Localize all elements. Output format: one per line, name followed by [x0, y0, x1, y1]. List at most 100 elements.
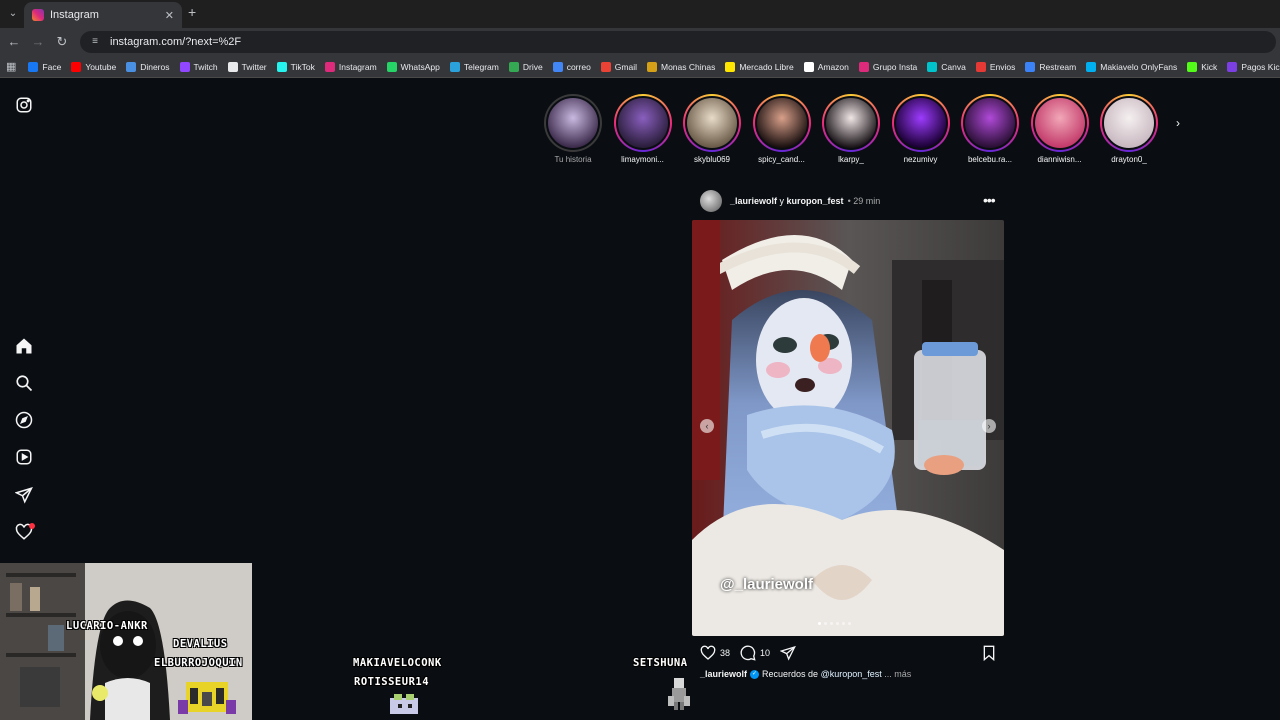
carousel-prev-icon[interactable]: ‹: [700, 419, 714, 433]
comment-button[interactable]: 10: [740, 645, 770, 661]
like-count: 38: [720, 648, 731, 658]
post-avatar[interactable]: [700, 190, 722, 212]
story-item[interactable]: dianniwisn...: [1027, 94, 1093, 164]
carousel-dot: [824, 622, 827, 625]
bookmark-favicon-icon: [600, 61, 611, 72]
tab-title: Instagram: [50, 9, 99, 21]
address-bar[interactable]: ≡ instagram.com/?next=%2F: [80, 31, 1276, 53]
caption-author[interactable]: _lauriewolf: [700, 669, 747, 679]
reels-icon[interactable]: [15, 448, 33, 466]
tab-instagram[interactable]: Instagram ✕: [24, 2, 182, 28]
story-label: Tu historia: [554, 155, 592, 164]
story-ring: [1030, 94, 1089, 152]
bookmark-item[interactable]: Gmail: [600, 61, 637, 72]
story-label: belcebu.ra...: [967, 155, 1013, 164]
home-icon[interactable]: [15, 337, 33, 355]
bookmark-item[interactable]: Mercado Libre: [725, 61, 794, 72]
caption-more-link[interactable]: ... más: [884, 669, 911, 679]
bookmark-favicon-icon: [1227, 61, 1238, 72]
verified-icon: ✓: [750, 670, 760, 680]
story-item[interactable]: limaymoni...: [610, 94, 676, 164]
bookmark-item[interactable]: Dineros: [126, 61, 170, 72]
media-watermark: @_lauriewolf: [720, 576, 813, 593]
bookmark-item[interactable]: Drive: [508, 61, 543, 72]
story-ring: [752, 94, 811, 152]
bookmark-item[interactable]: Canva: [927, 61, 966, 72]
story-avatar: [1102, 96, 1156, 150]
bookmark-item[interactable]: Youtube: [71, 61, 117, 72]
bookmark-item[interactable]: Restream: [1025, 61, 1076, 72]
story-item[interactable]: skyblu069: [679, 94, 745, 164]
post-image[interactable]: ‹ › @_lauriewolf: [692, 220, 1004, 636]
post-time: • 29 min: [847, 196, 881, 206]
story-avatar: [615, 96, 670, 150]
story-item[interactable]: belcebu.ra...: [957, 94, 1023, 164]
post-author[interactable]: _lauriewolf: [730, 196, 777, 206]
messages-icon[interactable]: [14, 486, 33, 504]
bookmark-favicon-icon: [28, 61, 39, 72]
story-avatar: [685, 96, 739, 150]
bookmark-favicon-icon: [1086, 61, 1097, 72]
forward-icon[interactable]: →: [30, 34, 46, 50]
carousel-dot: [818, 622, 821, 625]
like-button[interactable]: 38: [700, 645, 730, 661]
story-label: lkarpy_: [838, 155, 864, 164]
bookmark-favicon-icon: [725, 61, 736, 72]
bookmark-item[interactable]: Twitch: [179, 61, 218, 72]
story-item[interactable]: lkarpy_: [818, 94, 884, 164]
bookmark-item[interactable]: correo: [552, 61, 591, 72]
bookmark-item[interactable]: Twitter: [227, 61, 267, 72]
bookmark-favicon-icon: [552, 61, 563, 72]
bookmark-label: Grupo Insta: [872, 61, 918, 72]
bookmark-label: Amazon: [817, 61, 849, 72]
cosplay-photo: [692, 220, 1004, 636]
close-tab-icon[interactable]: ✕: [165, 9, 174, 22]
site-info-icon[interactable]: ≡: [88, 35, 102, 49]
overlay-viewer-name: DEVALIUS: [173, 638, 228, 650]
more-options-icon[interactable]: •••: [983, 193, 996, 207]
carousel-next-icon[interactable]: ›: [982, 419, 996, 433]
bookmark-item[interactable]: Amazon: [803, 61, 849, 72]
bookmark-item[interactable]: Pagos Kick: [1227, 61, 1280, 72]
bookmark-item[interactable]: Makiavelo OnlyFans: [1086, 61, 1178, 72]
bookmark-item[interactable]: TikTok: [276, 61, 315, 72]
apps-grid-icon[interactable]: ▦: [6, 60, 16, 74]
story-avatar: [1032, 96, 1087, 150]
bookmark-item[interactable]: Grupo Insta: [858, 61, 918, 72]
bookmark-item[interactable]: Envios: [975, 61, 1015, 72]
bookmark-label: Face: [42, 61, 62, 72]
caption-mention[interactable]: @kuropon_fest: [821, 669, 882, 679]
story-item[interactable]: Tu historia: [540, 94, 606, 164]
new-tab-icon[interactable]: +: [188, 5, 202, 19]
instagram-logo-icon[interactable]: [15, 96, 33, 114]
story-item[interactable]: nezumivy: [888, 94, 954, 164]
bookmark-item[interactable]: WhatsApp: [386, 61, 440, 72]
story-avatar: [546, 96, 600, 150]
explore-icon[interactable]: [15, 411, 33, 429]
story-item[interactable]: drayton0_: [1096, 94, 1162, 164]
save-button[interactable]: [981, 645, 997, 666]
bookmark-label: Dineros: [140, 61, 170, 72]
overlay-viewer-name: SETSHUNA: [633, 657, 688, 669]
bookmark-label: Makiavelo OnlyFans: [1100, 61, 1178, 72]
post-collab[interactable]: kuropon_fest: [787, 196, 844, 206]
search-icon[interactable]: [15, 374, 33, 392]
story-label: limaymoni...: [621, 155, 664, 164]
bookmark-item[interactable]: Face: [28, 61, 62, 72]
stories-next-icon[interactable]: ›: [1170, 115, 1186, 131]
share-button[interactable]: [780, 645, 796, 661]
tab-search-icon[interactable]: ⌄: [4, 4, 22, 22]
back-icon[interactable]: ←: [6, 34, 22, 50]
overlay-viewer-name: ROTISSEUR14: [354, 676, 430, 688]
story-item[interactable]: spicy_cand...: [749, 94, 815, 164]
bookmark-item[interactable]: Instagram: [324, 61, 377, 72]
bookmark-label: correo: [566, 61, 591, 72]
post-connector: y: [779, 196, 785, 206]
bookmark-item[interactable]: Telegram: [449, 61, 499, 72]
reload-icon[interactable]: ↻: [54, 34, 70, 50]
bookmark-label: Gmail: [614, 61, 637, 72]
bookmark-label: Youtube: [85, 61, 117, 72]
bookmark-item[interactable]: Kick: [1187, 61, 1217, 72]
post-authors[interactable]: _lauriewolf y kuropon_fest: [730, 196, 844, 206]
bookmark-item[interactable]: Monas Chinas: [647, 61, 715, 72]
